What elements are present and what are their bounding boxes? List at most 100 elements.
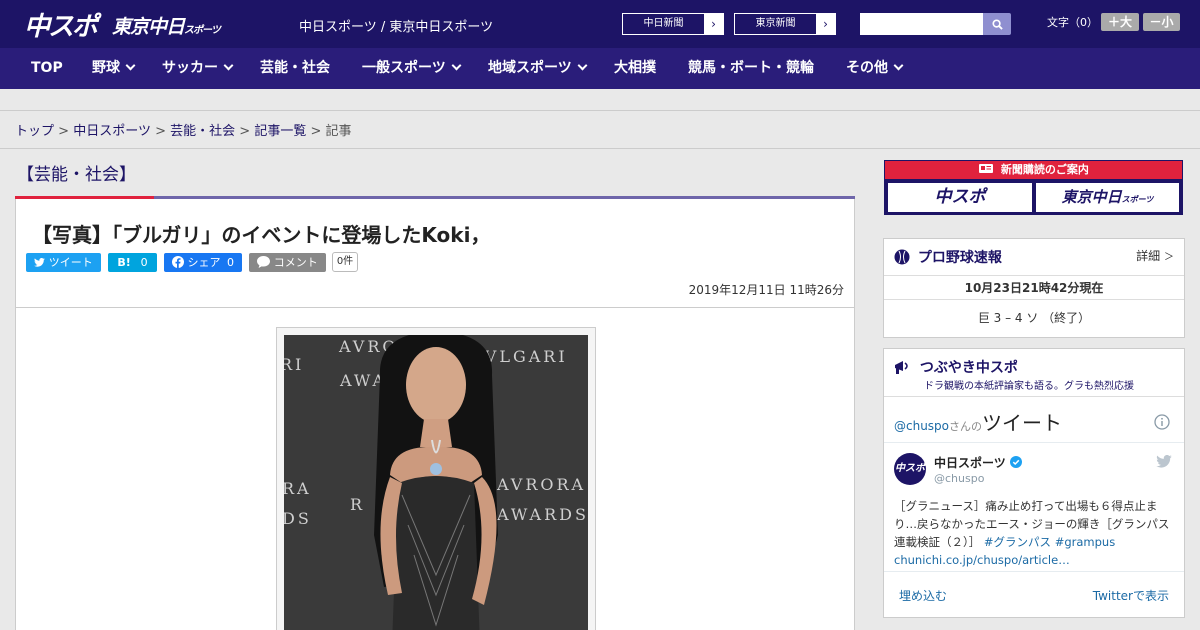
breadcrumb: トップ > 中日スポーツ > 芸能・社会 > 記事一覧 > 記事 <box>15 120 352 139</box>
baseball-timestamp: 10月23日21時42分現在 <box>964 281 1104 295</box>
nav-item-label: 大相撲 <box>614 60 656 76</box>
tokyo-chunichi-logo[interactable]: 東京中日スポーツ <box>112 12 221 39</box>
tweet-widget-subtitle: ドラ観戦の本紙評論家も語る。グラも熱烈応援 <box>924 381 1134 392</box>
hatena-bookmark-button[interactable]: B! 0 <box>108 253 157 272</box>
ad-band <box>0 89 1200 111</box>
facebook-share-button[interactable]: シェア 0 <box>164 253 242 272</box>
baseball-icon <box>894 249 910 265</box>
breadcrumb-top[interactable]: トップ <box>15 124 54 139</box>
nav-item-label: 野球 <box>92 60 120 76</box>
subscription-tokyo-chunichi-small: スポーツ <box>1121 195 1154 204</box>
twitter-bird-icon <box>34 257 46 267</box>
nav-item-label: サッカー <box>162 60 218 76</box>
tweet-widget-title-text: つぶやき中スポ <box>919 360 1018 376</box>
tokyo-chunichi-logo-small: スポーツ <box>184 25 221 36</box>
font-size-up-button[interactable]: ＋大 <box>1101 13 1139 31</box>
divider <box>884 571 1184 572</box>
timeline-header: @chuspoさんのツイート <box>894 407 1062 436</box>
divider <box>16 307 854 308</box>
nav-item-label: その他 <box>846 60 888 76</box>
hatena-count: 0 <box>140 256 148 269</box>
tweet-link[interactable]: chunichi.co.jp/chuspo/article… <box>894 553 1070 567</box>
header: 中スポ 東京中日スポーツ 中日スポーツ / 東京中日スポーツ 中日新聞 › 東京… <box>0 0 1200 48</box>
comment-button[interactable]: コメント <box>249 253 326 272</box>
tokyo-shimbun-label: 東京新聞 <box>755 18 796 29</box>
timeline-heading: ツイート <box>982 411 1063 435</box>
comment-count: 0件 <box>332 252 358 272</box>
comment-label: コメント <box>273 256 318 269</box>
tweet-account-name[interactable]: 中日スポーツ <box>934 454 1022 471</box>
chunichi-shimbun-label: 中日新聞 <box>643 18 684 29</box>
timeline-handle[interactable]: @chuspo <box>894 419 949 433</box>
tokyo-chunichi-logo-text: 東京中日 <box>112 16 185 38</box>
facebook-label: シェア <box>187 256 221 269</box>
divider <box>884 442 1184 443</box>
nav-item-soccer[interactable]: サッカー <box>162 48 234 89</box>
avatar[interactable]: 中スポ <box>894 453 926 485</box>
site-title: 中日スポーツ / 東京中日スポーツ <box>299 20 494 35</box>
baseball-score[interactable]: 巨 3 – 4 ソ （終了） <box>884 309 1184 326</box>
font-size-label: 文字（0） <box>1047 16 1098 29</box>
nav-item-other[interactable]: その他 <box>846 48 904 89</box>
tweet-account-name-text: 中日スポーツ <box>934 456 1006 470</box>
breadcrumb-entertainment[interactable]: 芸能・社会 <box>170 124 235 139</box>
chevron-down-icon <box>223 60 234 71</box>
nav-item-sumo[interactable]: 大相撲 <box>614 48 656 89</box>
tweet-hashtag[interactable]: #grampus <box>1055 535 1116 549</box>
chevron-down-icon <box>577 60 588 71</box>
nav-item-entertainment[interactable]: 芸能・社会 <box>260 48 330 89</box>
subscription-title-bar: 新聞購読のご案内 <box>885 161 1182 179</box>
comment-bubble-icon <box>257 256 271 268</box>
search-button[interactable] <box>983 13 1011 35</box>
article-photo[interactable]: AVRORA BVLGARI AWARDS RI AVRORA AWARDS R… <box>284 335 588 630</box>
font-size-down-button[interactable]: －小 <box>1143 13 1180 31</box>
chevron-right-icon: › <box>704 14 723 34</box>
tokyo-shimbun-link[interactable]: 東京新聞 › <box>734 13 836 35</box>
nav-item-label: 地域スポーツ <box>488 60 572 76</box>
twitter-widget: つぶやき中スポ ドラ観戦の本紙評論家も語る。グラも熱烈応援 @chuspoさんの… <box>883 348 1185 618</box>
baseball-detail-label: 詳細 <box>1136 249 1161 263</box>
search-icon <box>991 18 1003 30</box>
photo-figure <box>374 335 498 630</box>
nav-item-general-sports[interactable]: 一般スポーツ <box>362 48 462 89</box>
embed-link[interactable]: 埋め込む <box>899 587 947 604</box>
twitter-timeline: @chuspoさんのツイート 中スポ 中日スポーツ @chuspo ［グラニュー… <box>884 396 1184 571</box>
baseball-title-text: プロ野球速報 <box>917 250 1002 266</box>
baseball-widget-title: プロ野球速報 <box>894 247 1002 267</box>
tweet-button[interactable]: ツイート <box>26 253 101 272</box>
breadcrumb-separator: > <box>310 124 322 139</box>
tweet-account-handle[interactable]: @chuspo <box>934 472 984 485</box>
chuspo-logo[interactable]: 中スポ <box>24 6 98 43</box>
article-card: 【写真】「ブルガリ」のイベントに登場したKoki， ツイート B! 0 シェア … <box>15 199 855 630</box>
breadcrumb-article-list[interactable]: 記事一覧 <box>254 124 306 139</box>
chevron-right-icon: ＞ <box>1164 252 1174 263</box>
category-heading: 【芸能・社会】 <box>17 165 136 185</box>
subscription-chuspo[interactable]: 中スポ <box>888 183 1032 212</box>
divider <box>0 148 1200 149</box>
chevron-down-icon <box>125 60 136 71</box>
chunichi-shimbun-link[interactable]: 中日新聞 › <box>622 13 724 35</box>
view-on-twitter-link[interactable]: Twitterで表示 <box>1093 587 1169 604</box>
breadcrumb-chunichi-sports[interactable]: 中日スポーツ <box>73 124 151 139</box>
baseball-detail-link[interactable]: 詳細 ＞ <box>1136 247 1174 264</box>
subscription-tokyo-chunichi[interactable]: 東京中日スポーツ <box>1036 183 1179 212</box>
chevron-down-icon <box>451 60 462 71</box>
info-icon[interactable] <box>1154 414 1170 430</box>
search-input[interactable] <box>860 13 983 35</box>
nav-item-racing[interactable]: 競馬・ボート・競輪 <box>688 48 814 89</box>
subscription-banner[interactable]: 新聞購読のご案内 中スポ 東京中日スポーツ <box>884 160 1183 215</box>
divider <box>884 299 1184 300</box>
twitter-bird-icon[interactable] <box>1156 455 1172 468</box>
breadcrumb-separator: > <box>58 124 70 139</box>
breadcrumb-separator: > <box>155 124 166 139</box>
timeline-handle-mid: さんの <box>949 420 983 433</box>
article-photo-frame: AVRORA BVLGARI AWARDS RI AVRORA AWARDS R… <box>276 327 596 630</box>
tweet-hashtag[interactable]: #グランパス <box>984 535 1051 549</box>
nav-item-local-sports[interactable]: 地域スポーツ <box>488 48 588 89</box>
nav-item-label: 芸能・社会 <box>260 60 330 76</box>
nav-item-top[interactable]: TOP <box>31 48 63 89</box>
nav-item-label: TOP <box>31 60 63 76</box>
divider <box>884 275 1184 276</box>
nav-item-baseball[interactable]: 野球 <box>92 48 136 89</box>
breadcrumb-separator: > <box>239 124 251 139</box>
